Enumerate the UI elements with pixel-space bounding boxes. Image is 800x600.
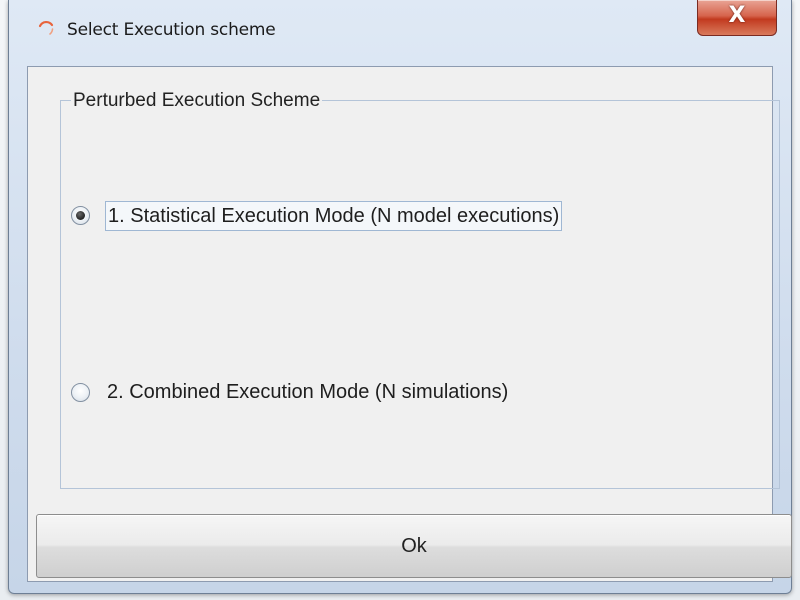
option-statistical-label[interactable]: 1. Statistical Execution Mode (N model e… bbox=[105, 201, 563, 231]
dialog-window: Select Execution scheme X Perturbed Exec… bbox=[8, 0, 792, 594]
radio-combined[interactable] bbox=[71, 383, 90, 402]
close-button[interactable]: X bbox=[697, 0, 777, 36]
window-title: Select Execution scheme bbox=[67, 20, 276, 40]
execution-scheme-group: Perturbed Execution Scheme 1. Statistica… bbox=[60, 91, 780, 489]
option-combined[interactable]: 2. Combined Execution Mode (N simulation… bbox=[61, 378, 761, 408]
ok-button-label: Ok bbox=[401, 535, 427, 557]
option-statistical[interactable]: 1. Statistical Execution Mode (N model e… bbox=[61, 201, 761, 231]
loading-spinner-icon bbox=[38, 20, 54, 35]
radio-statistical[interactable] bbox=[71, 206, 90, 225]
group-title: Perturbed Execution Scheme bbox=[71, 90, 323, 111]
dialog-content: Perturbed Execution Scheme 1. Statistica… bbox=[27, 66, 792, 582]
close-icon: X bbox=[728, 3, 746, 28]
option-combined-label[interactable]: 2. Combined Execution Mode (N simulation… bbox=[105, 378, 510, 406]
title-bar[interactable]: Select Execution scheme X bbox=[9, 0, 791, 66]
ok-button[interactable]: Ok bbox=[36, 514, 792, 578]
